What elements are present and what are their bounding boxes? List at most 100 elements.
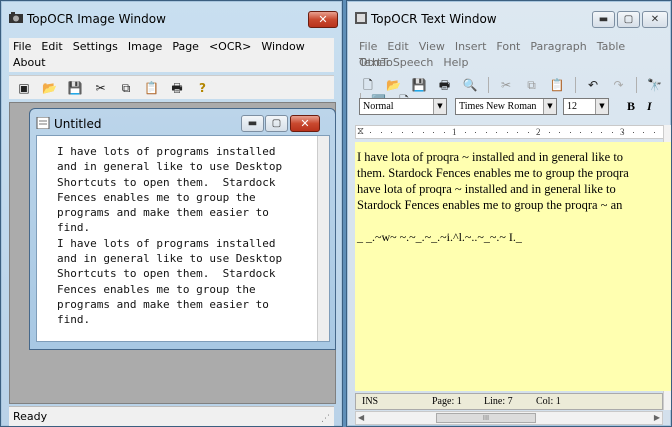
- save-icon[interactable]: 💾: [411, 77, 427, 93]
- untitled-child-window: Untitled ▬ ▢ ✕ I have lots of programs i…: [29, 108, 336, 350]
- undo-icon[interactable]: ↶: [585, 77, 601, 93]
- text-window: TopOCR Text Window ▬ ▢ ✕ File Edit View Ins…: [346, 0, 672, 427]
- menu-page[interactable]: Page: [168, 39, 205, 55]
- copy-icon[interactable]: ⧉: [524, 77, 540, 93]
- menu-insert[interactable]: Insert: [451, 39, 493, 55]
- chevron-down-icon[interactable]: ▼: [595, 99, 608, 114]
- image-window-close-button[interactable]: ✕: [308, 11, 338, 28]
- image-window: TopOCR Image Window ✕ File Edit Settings Im…: [0, 0, 343, 427]
- scanner-icon[interactable]: ▣: [16, 80, 32, 96]
- ruler-tick: [464, 132, 466, 133]
- menu-font[interactable]: Font: [492, 39, 526, 55]
- ruler[interactable]: ⧖ 1 2 3: [355, 125, 671, 139]
- ruler-tick: [632, 132, 634, 133]
- ocr-text-line: programs and make them easier to: [57, 297, 269, 311]
- print-icon[interactable]: 🖶: [437, 77, 453, 93]
- toolbar-separator: [636, 77, 637, 93]
- scroll-thumb[interactable]: III: [436, 413, 536, 423]
- menu-edit[interactable]: Edit: [37, 39, 68, 55]
- ocr-text-line: find.: [57, 313, 91, 327]
- ruler-tick: [496, 132, 497, 133]
- menu-image[interactable]: Image: [124, 39, 168, 55]
- ocr-text-block: I have lots of programs installed and in …: [57, 144, 307, 328]
- font-select[interactable]: Times New Roman ▼: [455, 98, 557, 115]
- italic-button[interactable]: I: [647, 99, 652, 114]
- menu-window[interactable]: Window: [257, 39, 310, 55]
- paste-icon[interactable]: 📋: [549, 77, 565, 93]
- ruler-tick: [401, 132, 403, 133]
- ruler-tick: [433, 132, 434, 133]
- menu-file[interactable]: File: [355, 39, 383, 55]
- ruler-tick: [443, 132, 445, 133]
- ocr-text-line: I have lots of programs installed: [57, 236, 276, 250]
- chevron-down-icon[interactable]: ▼: [433, 99, 446, 114]
- ruler-tick: [569, 132, 571, 133]
- text-close-button[interactable]: ✕: [642, 11, 668, 28]
- menu-paragraph[interactable]: Paragraph: [526, 39, 592, 55]
- chevron-down-icon[interactable]: ▼: [543, 99, 556, 114]
- text-horizontal-scrollbar[interactable]: ◀ III ▶: [355, 411, 663, 425]
- menu-about[interactable]: About: [9, 55, 52, 71]
- text-editor-area[interactable]: I have lota of proqra ~ installed and in…: [355, 142, 671, 391]
- style-select[interactable]: Normal ▼: [359, 98, 447, 115]
- redo-icon[interactable]: ↷: [611, 77, 627, 93]
- child-close-button[interactable]: ✕: [290, 115, 320, 132]
- copy-icon[interactable]: ⧉: [118, 80, 134, 96]
- resize-grip-icon[interactable]: ⋰: [321, 414, 330, 424]
- paragraph-line: have lota of proqra ~ installed and in g…: [357, 182, 616, 196]
- ruler-tick: [517, 132, 518, 133]
- child-document-area[interactable]: I have lots of programs installed and in …: [36, 135, 330, 342]
- image-window-statusbar: Ready ⋰: [9, 406, 334, 426]
- ruler-tick: [380, 132, 382, 133]
- child-maximize-button[interactable]: ▢: [265, 115, 288, 132]
- ruler-tick: [527, 132, 529, 133]
- image-window-menubar: File Edit Settings Image Page <OCR> Window Abo…: [9, 38, 334, 72]
- save-icon[interactable]: 💾: [67, 80, 83, 96]
- find-binoculars-icon[interactable]: 🔭: [647, 77, 663, 93]
- ocr-text-line: Fences enables me to group the: [57, 190, 256, 204]
- help-icon[interactable]: ?: [195, 80, 211, 96]
- status-mode: INS: [362, 396, 379, 407]
- toolbar-separator: [574, 77, 576, 93]
- toolbar-separator: [487, 77, 489, 93]
- format-toolbar: Normal ▼ Times New Roman ▼ 12 ▼ B I: [355, 96, 671, 117]
- menu-view[interactable]: View: [415, 39, 451, 55]
- scroll-left-icon[interactable]: ◀: [358, 412, 364, 424]
- ruler-tick: [454, 132, 455, 133]
- menu-ocr[interactable]: <OCR>: [205, 39, 257, 55]
- text-maximize-button[interactable]: ▢: [617, 11, 640, 28]
- ruler-tick: [622, 132, 623, 133]
- ruler-tick: [475, 132, 476, 133]
- child-vertical-scrollbar[interactable]: [317, 136, 329, 341]
- ruler-tick: [580, 132, 581, 133]
- ruler-tick: [548, 132, 550, 133]
- ruler-tick: [601, 132, 602, 133]
- new-document-icon[interactable]: 🗋: [360, 77, 376, 93]
- menu-text-to-speech[interactable]: TextToSpeech: [355, 55, 439, 71]
- menu-file[interactable]: File: [9, 39, 37, 55]
- menu-settings[interactable]: Settings: [69, 39, 124, 55]
- bold-button[interactable]: B: [627, 99, 635, 114]
- text-window-title: TopOCR Text Window: [371, 12, 497, 26]
- paste-icon[interactable]: 📋: [144, 80, 160, 96]
- text-minimize-button[interactable]: ▬: [592, 11, 615, 28]
- menu-help[interactable]: Help: [439, 55, 474, 71]
- print-preview-icon[interactable]: 🔍: [462, 77, 478, 93]
- size-select[interactable]: 12 ▼: [563, 98, 609, 115]
- cut-icon[interactable]: ✂: [498, 77, 514, 93]
- open-folder-icon[interactable]: 📂: [386, 77, 402, 93]
- menu-table[interactable]: Table: [593, 39, 631, 55]
- child-minimize-button[interactable]: ▬: [241, 115, 264, 132]
- cut-icon[interactable]: ✂: [93, 80, 109, 96]
- image-window-titlebar[interactable]: TopOCR Image Window ✕: [1, 1, 342, 35]
- scroll-right-icon[interactable]: ▶: [654, 412, 660, 424]
- text-window-titlebar[interactable]: TopOCR Text Window ▬ ▢ ✕: [347, 1, 671, 35]
- ocr-text-line: I have lots of programs installed: [57, 145, 276, 158]
- ocr-text-line: Fences enables me to group the: [57, 282, 256, 296]
- font-select-value: Times New Roman: [459, 101, 537, 112]
- ruler-tick: [643, 132, 644, 133]
- open-folder-icon[interactable]: 📂: [42, 80, 58, 96]
- print-icon[interactable]: 🖶: [169, 80, 185, 96]
- menu-edit[interactable]: Edit: [383, 39, 414, 55]
- indent-marker-icon[interactable]: ⧖: [357, 126, 364, 137]
